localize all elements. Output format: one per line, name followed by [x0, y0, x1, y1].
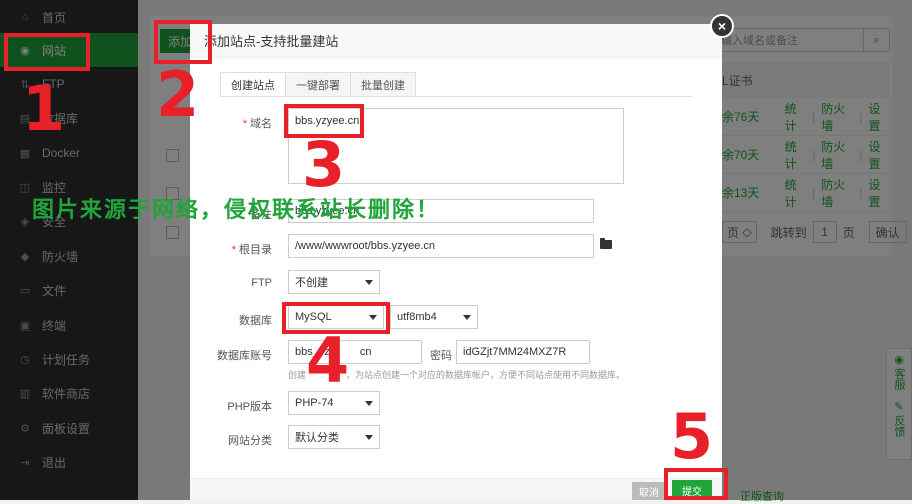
- db-account-tail: cn: [359, 346, 372, 358]
- tabs-divider: [220, 96, 692, 97]
- category-select[interactable]: 默认分类: [288, 425, 380, 449]
- annotation-number-2: 2: [156, 58, 200, 131]
- charset-select[interactable]: utf8mb4: [390, 305, 478, 329]
- annotation-number-1: 1: [22, 72, 66, 145]
- tab-one-click-deploy[interactable]: 一键部署: [285, 72, 351, 96]
- domain-label: * 域名: [242, 118, 272, 130]
- ftp-select[interactable]: 不创建: [288, 270, 380, 294]
- watermark-text: 图片来源于网络，侵权联系站长删除！: [32, 198, 441, 223]
- chevron-down-icon: [365, 280, 373, 285]
- ftp-label: FTP: [251, 277, 272, 289]
- root-dir-label: * 根目录: [231, 244, 272, 256]
- category-value: 默认分类: [295, 432, 339, 444]
- php-version-value: PHP-74: [295, 397, 334, 409]
- modal-tabs: 创建站点 一键部署 批量创建: [220, 72, 416, 96]
- charset-value: utf8mb4: [397, 311, 437, 323]
- db-account-label: 数据库账号: [217, 350, 272, 362]
- folder-open-icon[interactable]: [600, 238, 612, 249]
- annotation-number-5: 5: [670, 400, 714, 473]
- tab-batch-create[interactable]: 批量创建: [350, 72, 416, 96]
- chevron-down-icon: [365, 435, 373, 440]
- close-icon[interactable]: ×: [710, 14, 734, 38]
- annotation-box-1: [4, 33, 90, 71]
- tab-create-site[interactable]: 创建站点: [220, 72, 286, 96]
- php-label: PHP版本: [227, 401, 272, 413]
- cancel-button[interactable]: 取消: [632, 482, 666, 500]
- ftp-value: 不创建: [295, 277, 328, 289]
- annotation-number-4: 4: [306, 324, 350, 397]
- password-label: 密码: [430, 350, 452, 362]
- database-label: 数据库: [239, 315, 272, 327]
- annotation-number-3: 3: [302, 128, 346, 201]
- modal-title: 添加站点-支持批量建站: [190, 24, 722, 58]
- password-field[interactable]: idGZjt7MM24MXZ7R: [456, 340, 590, 364]
- chevron-down-icon: [463, 315, 471, 320]
- category-label: 网站分类: [228, 435, 272, 447]
- root-dir-field[interactable]: /www/wwwroot/bbs.yzyee.cn: [288, 234, 594, 258]
- chevron-down-icon: [365, 401, 373, 406]
